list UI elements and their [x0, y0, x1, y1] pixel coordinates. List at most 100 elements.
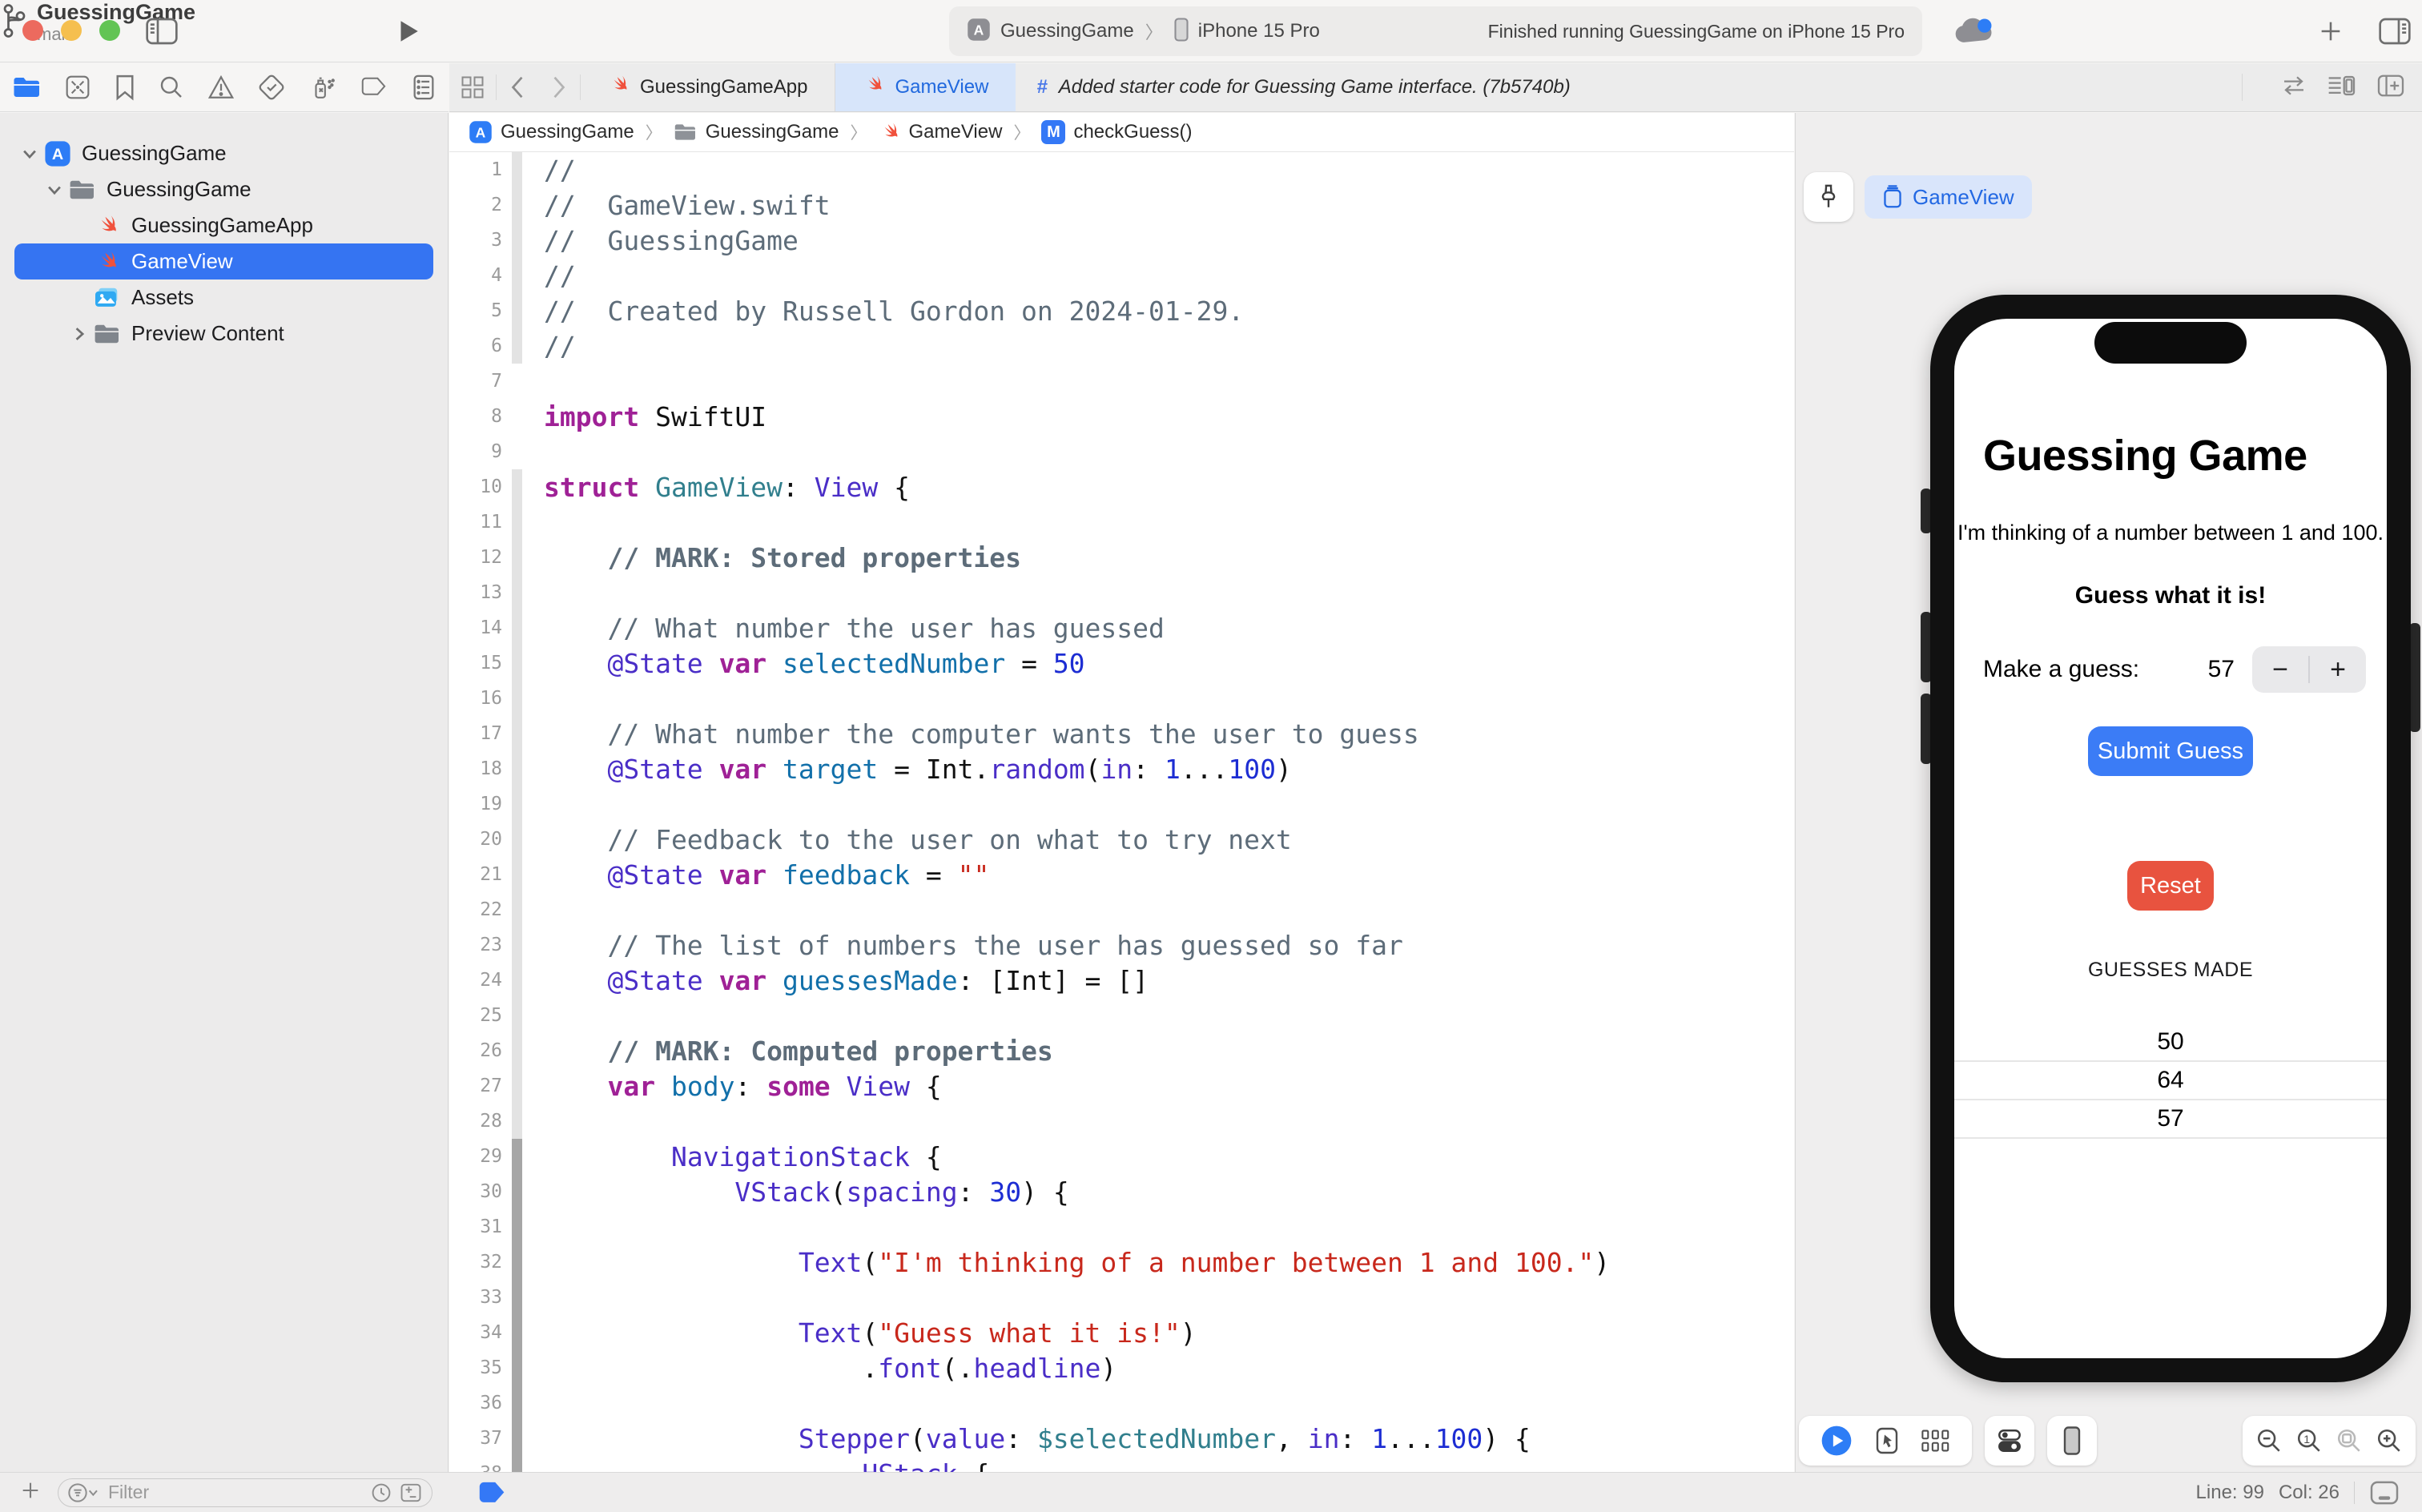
code-line-25[interactable]: 25 — [449, 998, 1794, 1033]
breakpoints-toggle-icon[interactable] — [477, 1482, 508, 1504]
code-line-15[interactable]: 15 @State var selectedNumber = 50 — [449, 645, 1794, 681]
code-editor[interactable]: 1 // 2 // GameView.swift 3 // GuessingGame 4 //… — [449, 152, 1794, 1472]
code-line-11[interactable]: 11 — [449, 505, 1794, 540]
code-line-4[interactable]: 4 // — [449, 258, 1794, 293]
code-line-14[interactable]: 14 // What number the user has guessed — [449, 610, 1794, 645]
project-navigator-icon[interactable] — [13, 75, 42, 99]
code-line-16[interactable]: 16 — [449, 681, 1794, 716]
code-line-27[interactable]: 27 var body: some View { — [449, 1068, 1794, 1104]
code-line-20[interactable]: 20 // Feedback to the user on what to tr… — [449, 822, 1794, 857]
code-line-18[interactable]: 18 @State var target = Int.random(in: 1.… — [449, 751, 1794, 786]
code-line-5[interactable]: 5 // Created by Russell Gordon on 2024-01… — [449, 293, 1794, 328]
run-button[interactable] — [394, 18, 421, 49]
code-line-17[interactable]: 17 // What number the computer wants the… — [449, 716, 1794, 751]
add-tab-icon[interactable] — [2317, 18, 2344, 49]
reset-button[interactable]: Reset — [2127, 861, 2214, 911]
add-editor-icon[interactable] — [2377, 74, 2404, 102]
issue-navigator-icon[interactable] — [207, 74, 235, 100]
preview-target-chip[interactable]: GameView — [1865, 175, 2032, 219]
zoom-in-icon[interactable] — [2376, 1427, 2403, 1454]
window-minimize-button[interactable] — [61, 20, 82, 41]
add-file-icon[interactable] — [19, 1479, 42, 1506]
editor-options-icon[interactable] — [2327, 74, 2356, 102]
find-navigator-icon[interactable] — [159, 74, 184, 100]
code-line-37[interactable]: 37 Stepper(value: $selectedNumber, in: 1… — [449, 1421, 1794, 1456]
run-destination[interactable]: iPhone 15 Pro — [1198, 20, 1320, 42]
scheme-name[interactable]: GuessingGame — [1000, 20, 1134, 42]
tab-gameview[interactable]: GameView — [835, 63, 1016, 111]
cloud-sync-icon[interactable] — [1953, 16, 1994, 50]
code-line-38[interactable]: 38 HStack { — [449, 1456, 1794, 1472]
forward-icon[interactable] — [538, 63, 580, 111]
code-line-31[interactable]: 31 — [449, 1209, 1794, 1245]
code-line-21[interactable]: 21 @State var feedback = "" — [449, 857, 1794, 892]
code-line-6[interactable]: 6 // — [449, 328, 1794, 364]
breadcrumb-group[interactable]: GuessingGame — [674, 121, 839, 143]
code-line-10[interactable]: 10 struct GameView: View { — [449, 469, 1794, 505]
variants-grid-icon[interactable] — [1921, 1428, 1950, 1454]
zoom-100-icon[interactable]: 1 — [2295, 1427, 2323, 1454]
activity-status-bar[interactable]: A GuessingGame 〉 iPhone 15 Pro Finished … — [949, 6, 1922, 56]
sidebar-item-guessinggame[interactable]: GuessingGame — [14, 171, 433, 207]
bookmark-navigator-icon[interactable] — [115, 74, 135, 101]
related-items-icon[interactable] — [449, 63, 496, 111]
breadcrumb-file[interactable]: GameView — [879, 121, 1002, 143]
code-line-3[interactable]: 3 // GuessingGame — [449, 223, 1794, 258]
disclosure-down-icon[interactable] — [46, 181, 63, 199]
sidebar-item-guessinggame[interactable]: A GuessingGame — [14, 135, 433, 171]
code-line-35[interactable]: 35 .font(.headline) — [449, 1350, 1794, 1385]
code-line-24[interactable]: 24 @State var guessesMade: [Int] = [] — [449, 963, 1794, 998]
sidebar-item-preview-content[interactable]: Preview Content — [14, 316, 433, 352]
code-line-7[interactable]: 7 — [449, 364, 1794, 399]
sidebar-item-gameview[interactable]: GameView — [14, 243, 433, 279]
code-line-34[interactable]: 34 Text("Guess what it is!") — [449, 1315, 1794, 1350]
code-line-36[interactable]: 36 — [449, 1385, 1794, 1421]
selectable-preview-icon[interactable] — [1874, 1426, 1900, 1455]
code-line-23[interactable]: 23 // The list of numbers the user has g… — [449, 927, 1794, 963]
code-line-13[interactable]: 13 — [449, 575, 1794, 610]
tab-guessinggameapp[interactable]: GuessingGameApp — [581, 63, 836, 111]
stepper-increment-button[interactable]: + — [2310, 646, 2366, 693]
zoom-out-icon[interactable] — [2255, 1427, 2283, 1454]
live-preview-icon[interactable] — [1821, 1425, 1853, 1457]
code-line-30[interactable]: 30 VStack(spacing: 30) { — [449, 1174, 1794, 1209]
window-close-button[interactable] — [22, 20, 43, 41]
debug-navigator-icon[interactable] — [309, 74, 336, 101]
code-line-26[interactable]: 26 // MARK: Computed properties — [449, 1033, 1794, 1068]
test-navigator-icon[interactable] — [258, 74, 285, 101]
code-line-19[interactable]: 19 — [449, 786, 1794, 822]
breadcrumb-symbol[interactable]: M checkGuess() — [1041, 120, 1193, 144]
disclosure-down-icon[interactable] — [21, 145, 38, 163]
submit-guess-button[interactable]: Submit Guess — [2088, 726, 2253, 776]
preview-pin-button[interactable] — [1804, 172, 1853, 222]
sidebar-item-assets[interactable]: Assets — [14, 279, 433, 316]
code-line-22[interactable]: 22 — [449, 892, 1794, 927]
source-control-navigator-icon[interactable] — [65, 74, 91, 100]
editor-display-icon[interactable] — [2369, 1480, 2400, 1506]
code-line-28[interactable]: 28 — [449, 1104, 1794, 1139]
filter-scope-icon[interactable] — [400, 1482, 422, 1503]
code-line-1[interactable]: 1 // — [449, 152, 1794, 187]
sidebar-item-guessinggameapp[interactable]: GuessingGameApp — [14, 207, 433, 243]
code-line-8[interactable]: 8 import SwiftUI — [449, 399, 1794, 434]
filter-input[interactable]: Filter — [58, 1478, 432, 1507]
disclosure-right-icon[interactable] — [70, 325, 88, 343]
back-icon[interactable] — [497, 63, 538, 111]
window-zoom-button[interactable] — [99, 20, 120, 41]
commit-banner[interactable]: # Added starter code for Guessing Game i… — [1016, 63, 2263, 111]
navigator-toggle-icon[interactable] — [146, 18, 178, 49]
swap-editor-icon[interactable] — [2281, 74, 2307, 102]
recent-files-icon[interactable] — [371, 1482, 392, 1503]
preview-device-button[interactable] — [2047, 1416, 2097, 1466]
report-navigator-icon[interactable] — [412, 74, 436, 101]
stepper-decrement-button[interactable]: − — [2252, 646, 2308, 693]
breakpoint-navigator-icon[interactable] — [360, 76, 388, 99]
code-line-29[interactable]: 29 NavigationStack { — [449, 1139, 1794, 1174]
device-settings-button[interactable] — [1985, 1416, 2034, 1466]
code-line-9[interactable]: 9 — [449, 434, 1794, 469]
code-line-32[interactable]: 32 Text("I'm thinking of a number betwee… — [449, 1245, 1794, 1280]
code-line-12[interactable]: 12 // MARK: Stored properties — [449, 540, 1794, 575]
zoom-fit-icon[interactable] — [2336, 1427, 2363, 1454]
code-line-33[interactable]: 33 — [449, 1280, 1794, 1315]
inspector-toggle-icon[interactable] — [2379, 18, 2411, 49]
